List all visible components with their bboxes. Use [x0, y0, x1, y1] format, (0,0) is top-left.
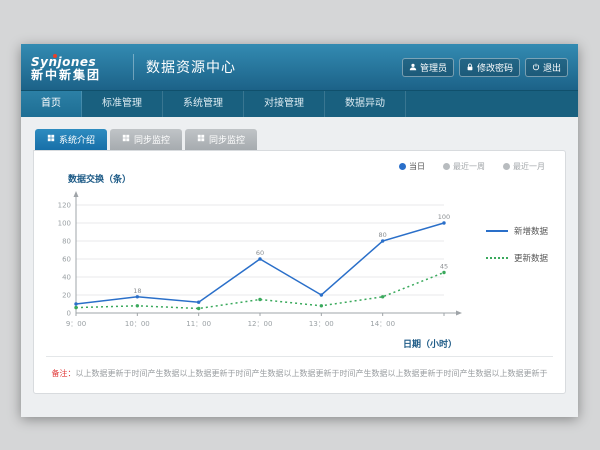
svg-text:100: 100 — [438, 213, 450, 221]
app-title: 数据资源中心 — [146, 57, 236, 77]
svg-text:20: 20 — [62, 292, 71, 300]
admin-button-label: 管理员 — [420, 61, 447, 74]
svg-text:12：00: 12：00 — [248, 320, 273, 328]
line-chart: 0 20 40 60 80 100 120 9：00 10：00 11：00 12：00 13：00 1… — [46, 187, 484, 345]
tab-sync-monitor-2[interactable]: 同步监控 — [185, 129, 257, 150]
series-label: 更新数据 — [514, 252, 548, 264]
admin-button[interactable]: 管理员 — [402, 58, 454, 77]
tab-label: 同步监控 — [134, 133, 170, 146]
header-divider — [133, 54, 134, 80]
chart-row: 0 20 40 60 80 100 120 9：00 10：00 11：00 12：00 13：00 1… — [46, 187, 553, 345]
svg-text:80: 80 — [62, 238, 71, 246]
tab-label: 系统介绍 — [59, 133, 95, 146]
legend-dot-icon — [443, 163, 450, 170]
filter-last-week[interactable]: 最近一周 — [443, 161, 485, 172]
lock-icon — [466, 63, 474, 71]
svg-text:60: 60 — [62, 256, 71, 264]
chart-card: 当日 最近一周 最近一月 数据交换（条） 0 20 40 60 80 100 120 9：00… — [33, 150, 566, 394]
main-nav: 首页 标准管理 系统管理 对接管理 数据异动 — [21, 90, 578, 117]
legend-dot-icon — [503, 163, 510, 170]
footnote-text: 以上数据更新于时间产生数据以上数据更新于时间产生数据以上数据更新于时间产生数据以… — [76, 369, 548, 378]
content-area: 系统介绍 同步监控 同步监控 当日 最近一周 — [21, 117, 578, 417]
svg-text:60: 60 — [256, 249, 264, 257]
solid-line-icon — [486, 230, 508, 232]
logo-text: Synjones — [31, 56, 96, 69]
filter-today[interactable]: 当日 — [399, 161, 425, 172]
series-label: 新增数据 — [514, 225, 548, 237]
svg-text:45: 45 — [440, 263, 448, 271]
svg-text:9：00: 9：00 — [66, 320, 86, 328]
grid-icon — [197, 134, 205, 145]
svg-text:80: 80 — [379, 231, 387, 239]
y-axis-title: 数据交换（条） — [68, 172, 553, 185]
grid-icon — [47, 134, 55, 145]
footnote-prefix: 备注： — [52, 369, 76, 378]
tab-sync-monitor-1[interactable]: 同步监控 — [110, 129, 182, 150]
svg-text:14：00: 14：00 — [370, 320, 395, 328]
svg-text:100: 100 — [58, 220, 71, 228]
change-password-label: 修改密码 — [477, 61, 513, 74]
nav-item-standard-management[interactable]: 标准管理 — [82, 91, 163, 117]
logout-label: 退出 — [543, 61, 561, 74]
svg-text:0: 0 — [67, 310, 71, 318]
filter-label: 最近一月 — [513, 161, 545, 172]
x-axis-title: 日期（小时） — [46, 337, 553, 350]
company-name: 新中新集团 — [31, 69, 131, 82]
grid-icon — [122, 134, 130, 145]
logo-red-dot-icon — [53, 54, 57, 58]
tab-system-intro[interactable]: 系统介绍 — [35, 129, 107, 150]
filter-last-month[interactable]: 最近一月 — [503, 161, 545, 172]
svg-text:10：00: 10：00 — [125, 320, 150, 328]
svg-text:120: 120 — [58, 202, 71, 210]
legend-item-updated-data[interactable]: 更新数据 — [486, 252, 548, 264]
nav-item-interface-management[interactable]: 对接管理 — [244, 91, 325, 117]
tab-bar: 系统介绍 同步监控 同步监控 — [33, 129, 566, 150]
dotted-line-icon — [486, 257, 508, 259]
user-icon — [409, 63, 417, 71]
filter-label: 当日 — [409, 161, 425, 172]
logout-button[interactable]: 退出 — [525, 58, 568, 77]
time-filter-legend: 当日 最近一周 最近一月 — [46, 159, 553, 172]
nav-item-home[interactable]: 首页 — [21, 91, 82, 117]
footnote: 备注：以上数据更新于时间产生数据以上数据更新于时间产生数据以上数据更新于时间产生… — [46, 356, 553, 385]
filter-label: 最近一周 — [453, 161, 485, 172]
svg-text:18: 18 — [133, 287, 141, 295]
nav-item-data-change[interactable]: 数据异动 — [325, 91, 406, 117]
app-header: Synjones 新中新集团 数据资源中心 管理员 修改密码 退出 — [21, 44, 578, 90]
svg-text:13：00: 13：00 — [309, 320, 334, 328]
nav-item-system-management[interactable]: 系统管理 — [163, 91, 244, 117]
change-password-button[interactable]: 修改密码 — [459, 58, 520, 77]
brand-logo: Synjones 新中新集团 — [31, 52, 131, 83]
app-window: Synjones 新中新集团 数据资源中心 管理员 修改密码 退出 首页 标准管… — [21, 44, 578, 416]
svg-text:11：00: 11：00 — [186, 320, 211, 328]
svg-text:40: 40 — [62, 274, 71, 282]
legend-item-new-data[interactable]: 新增数据 — [486, 225, 548, 237]
tab-label: 同步监控 — [209, 133, 245, 146]
legend-dot-icon — [399, 163, 406, 170]
logout-icon — [532, 63, 540, 71]
series-legend: 新增数据 更新数据 — [486, 187, 548, 279]
